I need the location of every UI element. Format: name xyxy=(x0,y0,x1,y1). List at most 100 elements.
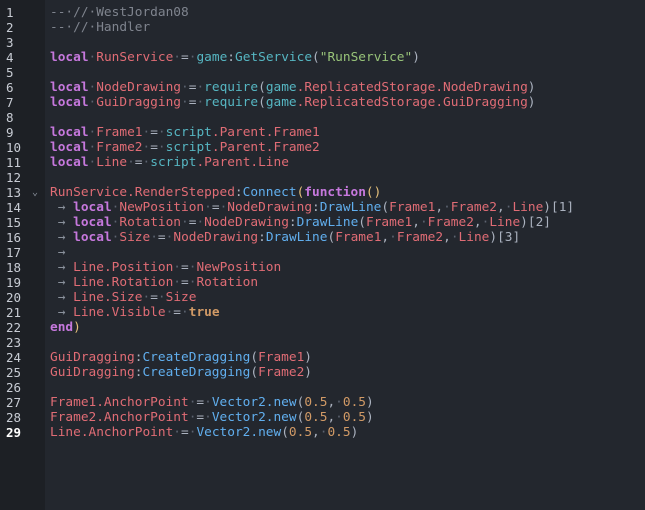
code-token: · xyxy=(181,95,189,110)
line-number: 8 xyxy=(6,110,14,125)
code-line[interactable]: local·RunService·=·game:GetService("RunS… xyxy=(50,50,420,65)
code-token: · xyxy=(196,80,205,95)
code-token: Line.AnchorPoint xyxy=(50,425,174,440)
code-token: , xyxy=(327,410,336,425)
code-token: function xyxy=(304,185,366,200)
code-token: , xyxy=(443,230,451,245)
code-token: → xyxy=(50,230,74,245)
code-line[interactable]: Frame1.AnchorPoint·=·Vector2.new(0.5,·0.… xyxy=(50,395,374,410)
code-token: · xyxy=(157,140,166,155)
code-token: · xyxy=(181,215,189,230)
code-token: → xyxy=(50,200,74,215)
line-number-gutter: 1 2 3 4 5 6 7 8 9 10 11 12 13 ⌄ 14 15 16 17 18 19 20 21 22 23 24… xyxy=(0,0,45,510)
code-line[interactable]: Line.AnchorPoint·=·Vector2.new(0.5,·0.5) xyxy=(50,425,358,440)
code-token: Line xyxy=(512,200,544,215)
code-token: , xyxy=(327,395,336,410)
code-line[interactable]: local·Frame2·=·script.Parent.Frame2 xyxy=(50,140,320,155)
code-token: .Parent.Frame2 xyxy=(211,140,320,155)
code-line[interactable]: --·//·Handler xyxy=(50,20,150,35)
code-token: · xyxy=(127,155,135,170)
code-token: · xyxy=(173,275,182,290)
code-line[interactable]: --·//·WestJordan08 xyxy=(50,5,189,20)
code-token: ( xyxy=(358,215,366,230)
code-token: )[2] xyxy=(520,215,551,230)
code-token: · xyxy=(173,425,181,440)
code-token: = xyxy=(196,395,205,410)
line-number: 12 xyxy=(6,170,22,185)
code-line[interactable]: GuiDragging:CreateDragging(Frame1) xyxy=(50,350,312,365)
code-token: Size xyxy=(165,290,197,305)
line-number: 13 xyxy=(6,185,22,200)
code-token: → xyxy=(50,260,74,275)
code-token: · xyxy=(157,125,166,140)
code-token: · xyxy=(181,80,189,95)
code-token: RunService.RenderStepped xyxy=(50,185,235,200)
code-token: = xyxy=(150,290,158,305)
code-token: 0.5 xyxy=(304,410,328,425)
code-line[interactable]: local·GuiDragging·=·require(game.Replica… xyxy=(50,95,536,110)
code-token: Line xyxy=(489,215,521,230)
code-token: Frame2.AnchorPoint xyxy=(50,410,189,425)
code-token: local xyxy=(73,230,112,245)
code-line[interactable]: local·Frame1·=·script.Parent.Frame1 xyxy=(50,125,320,140)
code-line[interactable]: → xyxy=(50,245,73,260)
code-line[interactable]: local·NodeDrawing·=·require(game.Replica… xyxy=(50,80,536,95)
code-token: ) xyxy=(527,95,536,110)
code-line[interactable]: → Line.Visible·=·true xyxy=(50,305,220,320)
code-token: = xyxy=(157,230,166,245)
code-token: · xyxy=(419,215,428,230)
code-token: require xyxy=(204,80,259,95)
code-token: .ReplicatedStorage.GuiDragging xyxy=(296,95,528,110)
code-token: Line xyxy=(458,230,490,245)
code-line[interactable]: → local·Rotation·=·NodeDrawing:DrawLine(… xyxy=(50,215,551,230)
code-token: RunService xyxy=(96,50,174,65)
line-number: 26 xyxy=(6,380,22,395)
fold-chevron-icon[interactable]: ⌄ xyxy=(32,185,38,200)
code-token: local xyxy=(50,50,89,65)
code-token: · xyxy=(204,395,212,410)
code-token: Line.Visible xyxy=(73,305,166,320)
code-token: · xyxy=(204,200,212,215)
code-token: 0.5 xyxy=(342,410,366,425)
code-token: ( xyxy=(381,200,390,215)
code-token: : xyxy=(288,215,297,230)
line-number: 9 xyxy=(6,125,14,140)
code-line[interactable]: → Line.Rotation·=·Rotation xyxy=(50,275,258,290)
line-number: 5 xyxy=(6,65,14,80)
code-token: Frame2 xyxy=(450,200,498,215)
line-number: 7 xyxy=(6,95,14,110)
code-line[interactable]: → Line.Position·=·NewPosition xyxy=(50,260,282,275)
code-line[interactable]: GuiDragging:CreateDragging(Frame2) xyxy=(50,365,312,380)
code-token: .Parent.Line xyxy=(196,155,289,170)
code-token: () xyxy=(365,185,382,200)
code-line[interactable]: → local·NewPosition·=·NodeDrawing:DrawLi… xyxy=(50,200,574,215)
code-token: script xyxy=(165,140,212,155)
code-token: Connect xyxy=(242,185,297,200)
code-token: · xyxy=(450,230,459,245)
code-line[interactable]: → local·Size·=·NodeDrawing:DrawLine(Fram… xyxy=(50,230,520,245)
code-token: ) xyxy=(304,365,313,380)
code-token: : xyxy=(234,185,243,200)
code-token: NodeDrawing xyxy=(173,230,259,245)
code-token: --·//·Handler xyxy=(50,20,151,35)
code-token: Frame1 xyxy=(366,215,413,230)
code-line[interactable]: local·Line·=·script.Parent.Line xyxy=(50,155,289,170)
code-token: ) xyxy=(73,320,81,335)
code-token: CreateDragging xyxy=(142,365,251,380)
code-token: · xyxy=(443,200,451,215)
line-number: 4 xyxy=(6,50,14,65)
code-token: Frame2 xyxy=(96,140,143,155)
code-token: ( xyxy=(312,50,320,65)
code-token: DrawLine xyxy=(319,200,382,215)
code-token: , xyxy=(497,200,505,215)
code-line[interactable]: → Line.Size·=·Size xyxy=(50,290,197,305)
code-token: CreateDragging xyxy=(142,350,251,365)
code-token: true xyxy=(188,305,220,320)
code-token: : xyxy=(227,50,235,65)
code-line[interactable]: end) xyxy=(50,320,81,335)
code-token: = xyxy=(181,50,189,65)
code-token: , xyxy=(473,215,482,230)
code-editor[interactable]: --·//·WestJordan08 --·//·Handler local·Run… xyxy=(45,0,645,510)
code-line[interactable]: RunService.RenderStepped:Connect(functio… xyxy=(50,185,381,200)
code-line[interactable]: Frame2.AnchorPoint·=·Vector2.new(0.5,·0.… xyxy=(50,410,374,425)
